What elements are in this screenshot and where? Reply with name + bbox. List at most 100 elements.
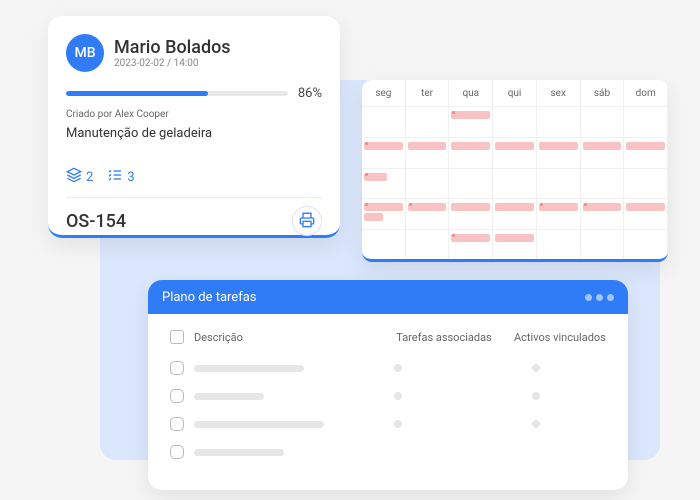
work-order-card: MB Mario Bolados 2023-02-02 / 14:00 86% … [48,16,340,238]
calendar-cell[interactable] [493,168,537,199]
calendar-cell[interactable] [449,137,493,168]
calendar-cell[interactable] [537,168,581,199]
tasks-panel: Plano de tarefas Descrição Tarefas assoc… [148,280,628,490]
skeleton-dot [394,420,402,428]
calendar-cell[interactable] [449,229,493,260]
work-order-title: Manutenção de geladeira [66,126,322,141]
calendar-cell[interactable] [493,137,537,168]
event-bar [495,234,534,242]
created-by: Criado por Alex Cooper [66,109,322,120]
event-bar [364,203,403,211]
calendar-cell[interactable] [449,168,493,199]
tasks-columns: Descrição Tarefas associadas Activos vin… [148,314,628,354]
progress-percent: 86% [298,86,322,101]
event-bar [364,142,403,150]
table-row[interactable] [170,410,606,438]
event-bar [539,142,578,150]
window-dot-icon [596,294,603,301]
metric-layers-value: 2 [86,170,93,185]
event-bar [495,203,534,211]
event-bar [408,203,447,211]
skeleton-text [194,365,304,372]
calendar-cell[interactable] [493,106,537,137]
work-order-header: MB Mario Bolados 2023-02-02 / 14:00 [66,34,322,72]
skeleton-text [194,421,324,428]
calendar-cell[interactable] [537,198,581,229]
select-all-checkbox[interactable] [170,330,184,344]
skeleton-dot [394,392,402,400]
calendar-cell[interactable] [362,198,406,229]
calendar-header: seg ter qua qui sex sáb dom [362,80,668,106]
event-bar [451,203,490,211]
calendar-cell[interactable] [406,168,450,199]
calendar-day-label: dom [624,80,668,106]
work-order-footer: OS-154 [66,197,322,236]
calendar-cell[interactable] [406,198,450,229]
window-controls [585,294,614,301]
calendar-cell[interactable] [406,137,450,168]
calendar-day-label: qui [493,80,537,106]
calendar-cell[interactable] [624,137,668,168]
calendar-day-label: sex [537,80,581,106]
calendar-cell[interactable] [406,106,450,137]
tasks-rows [148,354,628,466]
event-dot-icon [365,173,368,176]
col-description: Descrição [194,331,374,344]
work-order-code: OS-154 [66,211,126,232]
calendar-cell[interactable] [581,168,625,199]
printer-icon [299,212,315,231]
calendar-cell[interactable] [581,106,625,137]
event-bar [626,142,665,150]
event-bar [451,111,490,119]
event-bar [495,142,534,150]
calendar-day-label: qua [449,80,493,106]
layers-icon [66,167,82,187]
table-row[interactable] [170,354,606,382]
print-button[interactable] [292,206,322,236]
calendar-cell[interactable] [537,229,581,260]
event-bar [583,142,622,150]
row-checkbox[interactable] [170,389,184,403]
calendar-cell[interactable] [449,106,493,137]
progress-fill [66,91,208,96]
assignee-name: Mario Bolados [114,37,231,58]
calendar-cell[interactable] [362,137,406,168]
calendar-cell[interactable] [624,106,668,137]
skeleton-dot [532,364,540,372]
checklist-icon [107,167,123,187]
calendar-cell[interactable] [362,229,406,260]
row-checkbox[interactable] [170,445,184,459]
work-order-metrics: 2 3 [66,167,322,187]
calendar-cell[interactable] [581,198,625,229]
row-checkbox[interactable] [170,417,184,431]
row-checkbox[interactable] [170,361,184,375]
calendar-cell[interactable] [362,168,406,199]
event-bar [364,213,383,221]
calendar-cell[interactable] [624,168,668,199]
progress-bar [66,91,288,96]
calendar-cell[interactable] [362,106,406,137]
col-linked-tasks: Tarefas associadas [384,331,504,344]
table-row[interactable] [170,382,606,410]
calendar-cell[interactable] [449,198,493,229]
calendar-cell[interactable] [624,198,668,229]
calendar-cell[interactable] [406,229,450,260]
avatar-initials: MB [74,45,95,61]
skeleton-dot [532,420,540,428]
calendar-cell[interactable] [493,198,537,229]
event-bar [583,203,622,211]
skeleton-dot [394,364,402,372]
event-dot-icon [365,142,368,145]
calendar-day-label: ter [406,80,450,106]
calendar-cell[interactable] [537,137,581,168]
table-row[interactable] [170,438,606,466]
calendar-cell[interactable] [581,137,625,168]
calendar-cell[interactable] [493,229,537,260]
calendar-cell[interactable] [581,229,625,260]
calendar-cell[interactable] [537,106,581,137]
calendar-cell[interactable] [624,229,668,260]
metric-tasks: 3 [107,167,134,187]
skeleton-text [194,449,284,456]
tasks-title: Plano de tarefas [162,290,257,305]
event-bar [451,234,490,242]
